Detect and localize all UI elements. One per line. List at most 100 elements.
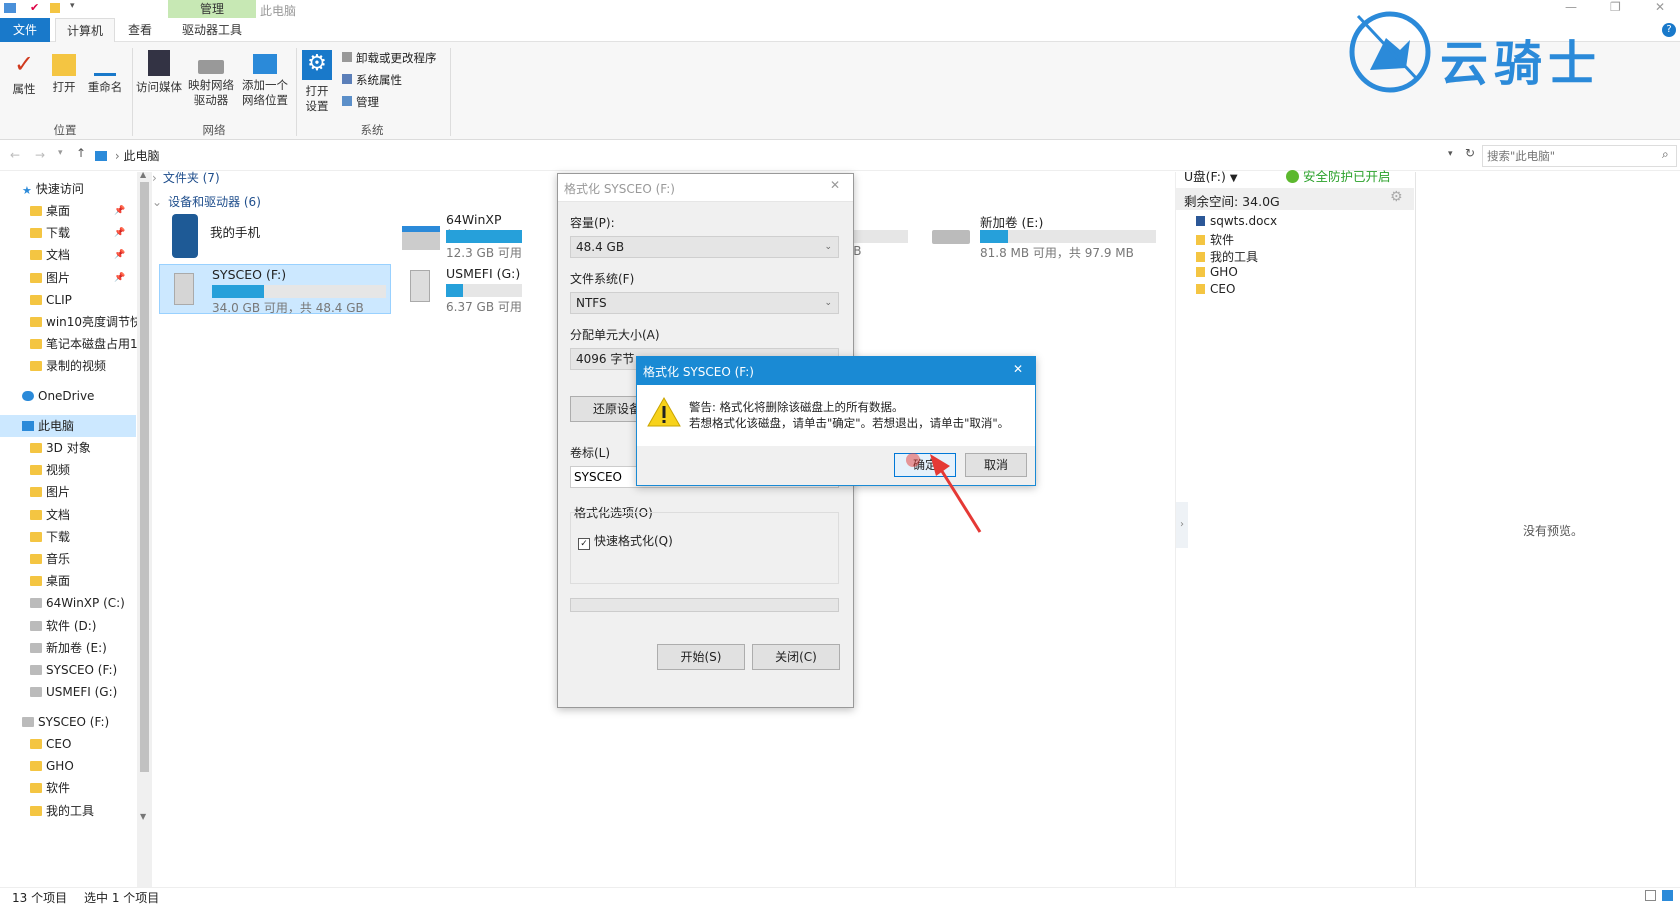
start-button[interactable]: 开始(S) <box>657 644 745 670</box>
manage-context-tab[interactable]: 管理 <box>168 0 256 18</box>
free-space-text: 剩余空间: 34.0G <box>1184 194 1280 209</box>
drive-info: 34.0 GB 可用，共 48.4 GB <box>212 301 364 315</box>
map-drive-button[interactable]: 映射网络 驱动器 <box>186 50 236 108</box>
pin-icon[interactable]: 📌 <box>114 222 125 244</box>
scroll-up-icon[interactable]: ▲ <box>140 170 146 179</box>
system-props-button[interactable]: 系统属性 <box>342 72 402 88</box>
manage-button[interactable]: 管理 <box>342 94 379 110</box>
add-location-button[interactable]: 添加一个 网络位置 <box>238 50 292 108</box>
uninstall-button[interactable]: 卸载或更改程序 <box>342 50 437 66</box>
pin-icon[interactable]: 📌 <box>114 200 125 222</box>
quick-format-checkbox[interactable]: ✓ 快速格式化(Q) <box>578 532 673 550</box>
breadcrumb[interactable]: › 此电脑 <box>95 145 1455 167</box>
qat-dropdown-icon[interactable]: ▾ <box>70 1 75 11</box>
manage-icon <box>342 96 352 106</box>
close-button[interactable]: 关闭(C) <box>752 644 840 670</box>
open-settings-button[interactable]: ⚙ 打开 设置 <box>298 50 336 114</box>
group-system: 系统 <box>360 123 384 137</box>
drive-icon <box>30 598 42 609</box>
folder-icon <box>30 339 42 350</box>
free-space-row: 剩余空间: 34.0G ⚙ <box>1176 188 1414 210</box>
drive-tile-e[interactable]: 新加卷 (E:) 81.8 MB 可用，共 97.9 MB <box>930 212 1160 260</box>
usb-file-item[interactable]: CEO <box>1196 282 1235 296</box>
nav-this-pc[interactable]: 此电脑 <box>0 415 136 437</box>
forward-arrow-icon[interactable]: → <box>35 148 45 162</box>
search-input[interactable] <box>1482 145 1677 167</box>
folder-icon <box>30 465 42 476</box>
usb-drive-selector[interactable]: U盘(F:) ▼ <box>1184 166 1238 185</box>
windows-drive-icon <box>402 226 440 250</box>
separator <box>296 48 297 136</box>
scroll-down-icon[interactable]: ▼ <box>140 812 146 821</box>
drive-usage-bar <box>212 285 386 298</box>
drive-usage-bar <box>446 284 522 297</box>
window-icon <box>4 3 16 13</box>
drive-usage-bar <box>980 230 1156 243</box>
tiles-view-icon[interactable] <box>1662 890 1673 901</box>
usb-file-item[interactable]: sqwts.docx <box>1196 214 1277 228</box>
nav-label: GHO <box>46 759 74 774</box>
drive-info: 81.8 MB 可用，共 97.9 MB <box>980 246 1134 260</box>
folder-icon <box>30 294 42 305</box>
details-view-icon[interactable] <box>1645 890 1656 901</box>
breadcrumb-item[interactable]: 此电脑 <box>123 149 159 163</box>
open-button[interactable]: 打开 <box>46 50 82 95</box>
access-media-button[interactable]: 访问媒体 <box>134 50 184 95</box>
nav-label: CEO <box>46 737 72 751</box>
tab-drive-tools[interactable]: 驱动器工具 <box>168 18 256 42</box>
tab-file[interactable]: 文件 <box>0 18 50 42</box>
nav-scrollbar[interactable]: ▲ ▼ <box>137 170 152 887</box>
chevron-down-icon: ⌄ <box>152 195 163 209</box>
rename-button[interactable]: 重命名 <box>84 50 126 95</box>
drive-tile-f[interactable]: SYSCEO (F:) 34.0 GB 可用，共 48.4 GB <box>159 264 391 315</box>
usb-file-item[interactable]: 软件 <box>1196 231 1234 248</box>
cloud-icon <box>22 391 34 401</box>
phone-tile[interactable]: 我的手机 <box>168 212 398 260</box>
alloc-size-label: 分配单元大小(A) <box>570 328 660 342</box>
capacity-label: 容量(P): <box>570 216 615 230</box>
back-arrow-icon[interactable]: ← <box>10 148 20 162</box>
nav-label: 64WinXP (C:) <box>46 596 125 611</box>
pin-icon[interactable]: 📌 <box>114 244 125 266</box>
refresh-icon[interactable]: ↻ <box>1465 146 1475 160</box>
up-arrow-icon[interactable]: ↑ <box>76 146 86 160</box>
document-icon <box>1196 216 1205 226</box>
close-icon[interactable]: ✕ <box>830 178 840 192</box>
usb-file-item[interactable]: GHO <box>1196 265 1238 279</box>
close-icon[interactable]: ✕ <box>1013 362 1023 376</box>
usb-drive-icon <box>174 273 194 305</box>
settings-gear-icon[interactable]: ⚙ <box>1390 189 1403 205</box>
capacity-select[interactable]: 48.4 GB ⌄ <box>570 236 839 258</box>
properties-button[interactable]: ✓ 属性 <box>6 50 42 97</box>
help-icon[interactable]: ? <box>1662 23 1676 37</box>
qat-checkmark-icon[interactable]: ✔ <box>30 1 39 14</box>
nav-label: 快速访问 <box>35 182 84 196</box>
preview-pane: 没有预览。 <box>1415 172 1680 887</box>
qat-folder-icon[interactable] <box>50 3 60 13</box>
devices-group-header[interactable]: ⌄ 设备和驱动器 (6) <box>152 193 261 210</box>
nav-label: 图片 <box>46 270 71 285</box>
protection-status[interactable]: 安全防护已开启 <box>1286 166 1391 185</box>
tab-computer[interactable]: 计算机 <box>55 18 115 42</box>
drive-info: 12.3 GB 可用， <box>446 246 522 260</box>
scroll-thumb[interactable] <box>140 182 149 772</box>
address-dropdown-icon[interactable]: ▾ <box>1448 149 1453 159</box>
pin-icon[interactable]: 📌 <box>114 267 125 289</box>
drive-icon <box>30 642 42 653</box>
close-window-icon[interactable]: ✕ <box>1655 0 1665 14</box>
drive-name: SYSCEO (F:) <box>212 267 287 282</box>
confirm-dialog-titlebar[interactable]: 格式化 SYSCEO (F:) ✕ <box>637 357 1035 385</box>
nav-label: win10亮度调节快 <box>46 315 143 329</box>
tab-view[interactable]: 查看 <box>120 18 160 42</box>
filesystem-select[interactable]: NTFS ⌄ <box>570 292 839 314</box>
drive-tile-g[interactable]: USMEFI (G:) 6.37 GB 可用， <box>400 264 522 312</box>
history-dropdown-icon[interactable]: ▾ <box>58 148 63 158</box>
nav-label: 音乐 <box>46 552 71 566</box>
folders-group-header[interactable]: › 文件夹 (7) <box>152 169 220 186</box>
usb-file-item[interactable]: 我的工具 <box>1196 248 1258 265</box>
panel-collapse-handle[interactable]: › <box>1176 502 1188 548</box>
watermark-text: 云骑士 <box>1440 36 1603 92</box>
format-dialog-titlebar[interactable]: 格式化 SYSCEO (F:) ✕ <box>558 174 853 202</box>
drive-tile-c[interactable]: 64WinXP (C:) 12.3 GB 可用， <box>400 212 522 260</box>
nav-label: 下载 <box>46 529 71 544</box>
